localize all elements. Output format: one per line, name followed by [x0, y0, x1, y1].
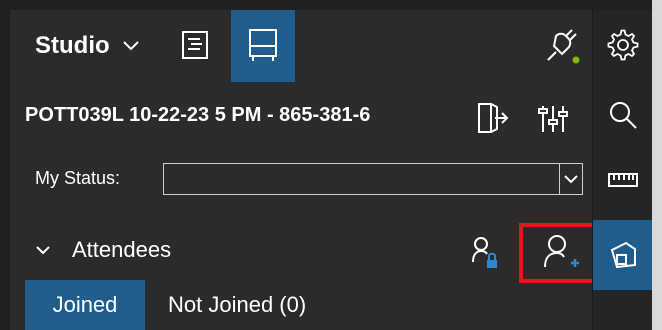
attendee-tabs: Joined Not Joined (0)	[10, 280, 592, 330]
person-lock-icon[interactable]	[465, 232, 509, 276]
attendees-label[interactable]: Attendees	[72, 237, 171, 263]
shape-tool-button[interactable]	[593, 220, 653, 290]
status-label: My Status:	[35, 168, 121, 188]
add-person-icon	[544, 235, 579, 268]
meeting-title: POTT039L 10-22-23 5 PM - 865-381-6	[25, 104, 371, 126]
meeting-row: POTT039L 10-22-23 5 PM - 865-381-6	[10, 90, 592, 146]
plug-connection-icon[interactable]	[540, 24, 584, 68]
gear-icon[interactable]	[593, 15, 653, 75]
search-icon[interactable]	[593, 85, 653, 145]
chevron-down-icon[interactable]	[33, 240, 53, 260]
window-edge	[652, 0, 662, 330]
list-panel-icon[interactable]	[178, 28, 212, 62]
right-sidebar	[592, 10, 653, 330]
studio-title[interactable]: Studio	[35, 32, 110, 60]
app-frame: Studio POTT039L 10-22-23 5 PM - 865-381-…	[0, 0, 662, 330]
status-dropdown[interactable]	[163, 163, 583, 195]
whiteboard-icon	[249, 29, 277, 61]
tab-not-joined[interactable]: Not Joined (0)	[168, 280, 306, 330]
exit-door-icon[interactable]	[471, 98, 511, 138]
tab-joined[interactable]: Joined	[25, 280, 145, 330]
ruler-icon[interactable]	[593, 150, 653, 210]
shape-icon	[610, 241, 636, 269]
status-row: My Status:	[10, 155, 592, 205]
whiteboard-button[interactable]	[231, 10, 295, 82]
attendees-header: Attendees	[10, 220, 597, 283]
chevron-down-icon[interactable]	[559, 164, 582, 194]
chevron-down-icon[interactable]	[120, 34, 142, 56]
connection-status-dot	[572, 56, 580, 64]
studio-panel: Studio POTT039L 10-22-23 5 PM - 865-381-…	[10, 10, 597, 330]
add-attendee-button[interactable]	[519, 223, 597, 283]
studio-header: Studio	[10, 10, 592, 82]
audio-mixer-icon[interactable]	[533, 98, 573, 138]
